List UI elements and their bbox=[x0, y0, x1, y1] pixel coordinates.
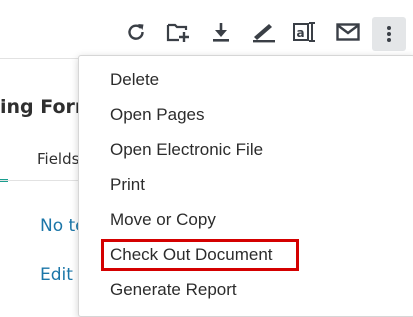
svg-text:a: a bbox=[297, 26, 305, 40]
menu-item-check-out-document[interactable]: Check Out Document bbox=[79, 240, 413, 270]
menu-item-open-pages[interactable]: Open Pages bbox=[79, 100, 413, 130]
tab-fields[interactable]: Fields bbox=[37, 150, 79, 168]
more-options-menu: Delete Open Pages Open Electronic File P… bbox=[78, 55, 413, 317]
more-options-button[interactable] bbox=[372, 17, 406, 51]
download-button[interactable] bbox=[206, 17, 236, 47]
mail-button[interactable] bbox=[333, 17, 363, 47]
download-icon bbox=[213, 23, 229, 42]
menu-item-delete[interactable]: Delete bbox=[79, 65, 413, 95]
sign-button[interactable] bbox=[249, 17, 279, 47]
menu-item-label: Open Pages bbox=[110, 105, 205, 124]
add-folder-icon bbox=[166, 23, 189, 42]
text-recognition-icon: a bbox=[293, 22, 315, 42]
menu-item-label: Delete bbox=[110, 70, 160, 89]
menu-item-move-or-copy[interactable]: Move or Copy bbox=[79, 205, 413, 235]
refresh-icon bbox=[128, 24, 144, 40]
menu-item-label: Print bbox=[110, 175, 145, 194]
edit-link[interactable]: Edit bbox=[40, 265, 73, 285]
menu-item-label: Generate Report bbox=[110, 280, 237, 299]
menu-item-label: Check Out Document bbox=[110, 245, 273, 264]
sign-icon bbox=[253, 24, 275, 43]
menu-item-generate-report[interactable]: Generate Report bbox=[79, 275, 413, 305]
menu-item-print[interactable]: Print bbox=[79, 170, 413, 200]
text-recognition-button[interactable]: a bbox=[290, 17, 320, 47]
menu-item-label: Open Electronic File bbox=[110, 140, 264, 159]
mail-icon bbox=[336, 23, 360, 41]
refresh-button[interactable] bbox=[121, 17, 151, 47]
add-folder-button[interactable] bbox=[163, 17, 193, 47]
menu-item-label: Move or Copy bbox=[110, 210, 216, 229]
more-vertical-icon bbox=[387, 26, 391, 42]
toolbar: a bbox=[0, 0, 413, 59]
menu-item-open-electronic-file[interactable]: Open Electronic File bbox=[79, 135, 413, 165]
